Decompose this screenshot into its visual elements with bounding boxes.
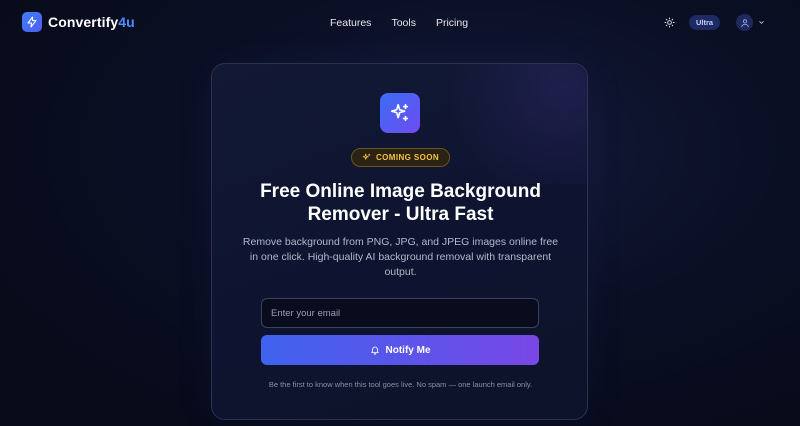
page-title: Free Online Image Background Remover - U… bbox=[260, 181, 541, 225]
user-menu-button[interactable] bbox=[736, 14, 765, 31]
nav-link-tools[interactable]: Tools bbox=[391, 17, 416, 29]
brand-name: Convertify4u bbox=[48, 14, 135, 30]
notify-me-label: Notify Me bbox=[385, 344, 431, 356]
user-icon bbox=[740, 18, 749, 27]
sparkles-icon bbox=[362, 153, 371, 160]
brand-name-accent: 4u bbox=[118, 14, 135, 30]
coming-soon-badge: COMING SOON bbox=[351, 148, 450, 167]
sun-icon bbox=[664, 17, 675, 28]
theme-toggle-button[interactable] bbox=[663, 16, 676, 29]
main-nav: Features Tools Pricing bbox=[330, 17, 468, 29]
nav-link-pricing[interactable]: Pricing bbox=[436, 17, 468, 29]
lightning-bolt-icon bbox=[22, 12, 42, 32]
avatar bbox=[736, 14, 753, 31]
page-subtitle: Remove background from PNG, JPG, and JPE… bbox=[242, 236, 559, 278]
plan-badge[interactable]: Ultra bbox=[689, 15, 721, 30]
hero-icon-tile bbox=[380, 93, 420, 133]
sparkles-icon bbox=[390, 103, 409, 122]
top-nav-bar: Convertify4u Features Tools Pricing Ultr… bbox=[0, 0, 800, 46]
email-field[interactable] bbox=[261, 298, 539, 328]
chevron-down-icon bbox=[759, 21, 764, 24]
nav-link-features[interactable]: Features bbox=[330, 17, 371, 29]
coming-soon-card: COMING SOON Free Online Image Background… bbox=[211, 63, 588, 420]
fine-print: Be the first to know when this tool goes… bbox=[268, 380, 533, 389]
card-glow bbox=[427, 64, 587, 184]
brand-logo[interactable]: Convertify4u bbox=[22, 12, 135, 32]
badge-label: COMING SOON bbox=[375, 153, 440, 162]
bell-icon bbox=[370, 346, 379, 355]
notify-me-button[interactable]: Notify Me bbox=[261, 335, 539, 365]
